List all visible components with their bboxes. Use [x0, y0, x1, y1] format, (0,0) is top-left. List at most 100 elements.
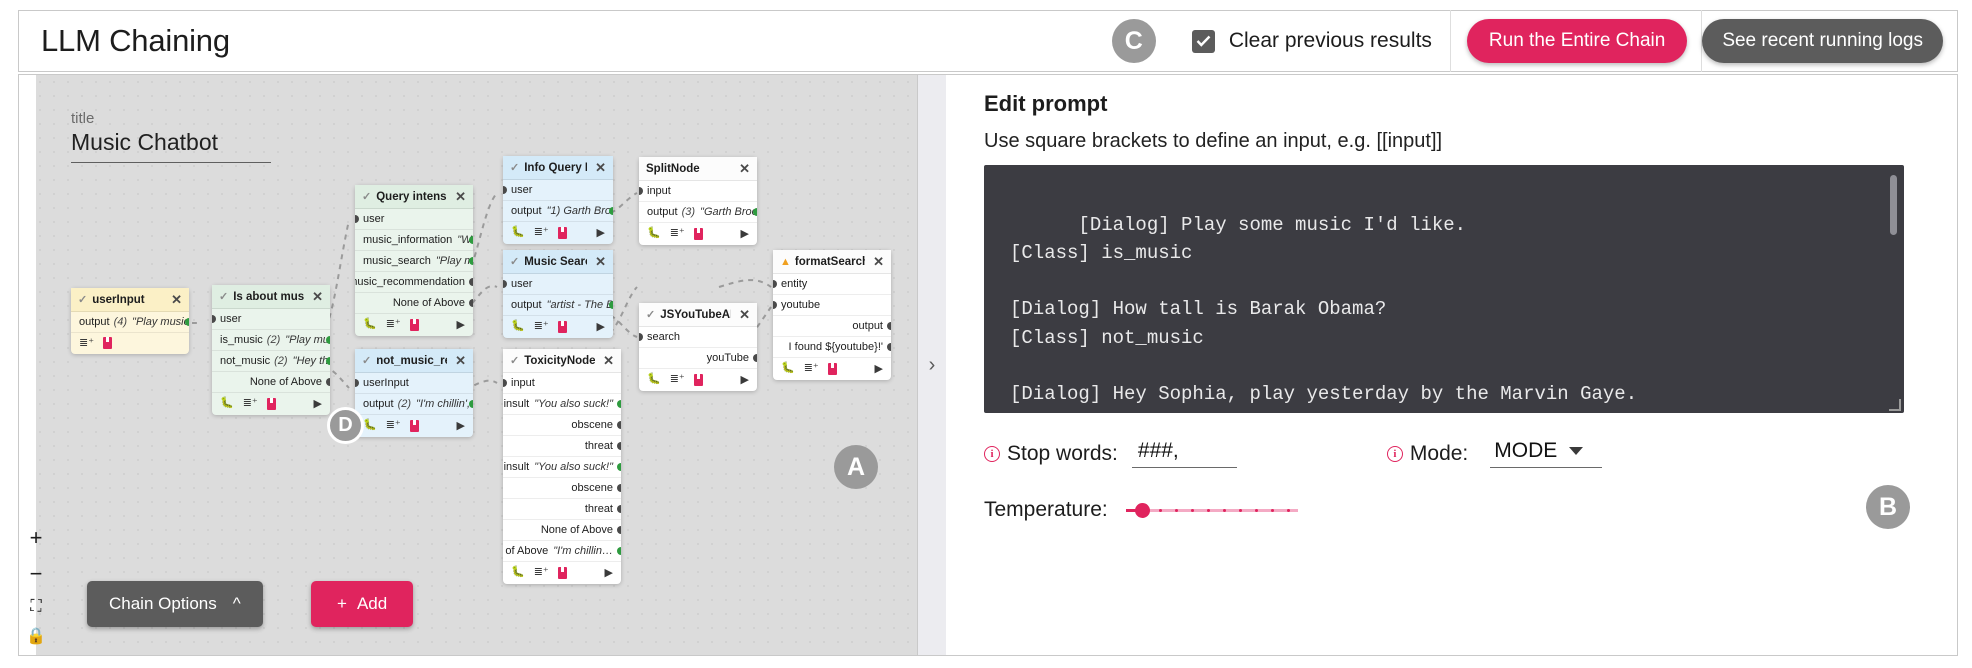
node-row[interactable]: userInput — [355, 373, 473, 394]
node-row[interactable]: threat — [503, 499, 621, 520]
output-port[interactable] — [617, 442, 621, 450]
node-jsyoutubeapicall[interactable]: ✓ JSYouTubeAPICall ✕ search youTube 🐛 ≣⁺… — [639, 303, 757, 391]
input-port[interactable] — [639, 187, 643, 195]
node-header[interactable]: ✓ Is about music ✕ — [212, 285, 330, 309]
node-userinput[interactable]: ✓ userInput ✕ output (4) "Play music by … — [71, 288, 189, 354]
output-port[interactable] — [326, 357, 330, 365]
play-icon[interactable]: ▶ — [314, 397, 322, 410]
prompt-textarea[interactable]: [Dialog] Play some music I'd like. [Clas… — [984, 165, 1904, 413]
node-row[interactable]: output (4) "Play music by ... — [71, 312, 189, 333]
list-add-icon[interactable]: ≣⁺ — [534, 321, 549, 332]
node-row[interactable]: I found ${youtube}!' — [773, 337, 891, 358]
node-query-intension[interactable]: ✓ Query intension ✕ user music_informati… — [355, 185, 473, 336]
input-port[interactable] — [503, 280, 507, 288]
book-icon[interactable] — [558, 227, 567, 239]
close-icon[interactable]: ✕ — [865, 255, 884, 268]
input-port[interactable] — [773, 301, 777, 309]
input-port[interactable] — [355, 215, 359, 223]
input-port[interactable] — [503, 186, 507, 194]
node-row[interactable]: music_information "Who ... — [355, 230, 473, 251]
node-row[interactable]: None of Above — [355, 293, 473, 314]
clear-previous-results-checkbox[interactable] — [1192, 30, 1215, 53]
play-icon[interactable]: ▶ — [741, 373, 749, 386]
node-header[interactable]: ✓ JSYouTubeAPICall ✕ — [639, 303, 757, 327]
output-port[interactable] — [753, 208, 757, 216]
list-add-icon[interactable]: ≣⁺ — [804, 363, 819, 374]
close-icon[interactable]: ✕ — [304, 290, 323, 303]
book-icon[interactable] — [410, 420, 419, 432]
stop-words-input[interactable]: ###, — [1132, 439, 1237, 468]
input-port[interactable] — [773, 280, 777, 288]
node-row[interactable]: youTube — [639, 348, 757, 369]
book-icon[interactable] — [103, 337, 112, 349]
node-row[interactable]: None of Above — [212, 372, 330, 393]
node-header[interactable]: ▲ formatSearch ✕ — [773, 250, 891, 274]
node-row[interactable]: output — [773, 316, 891, 337]
output-port[interactable] — [469, 236, 473, 244]
node-header[interactable]: ✓ Info Query Resp… ✕ — [503, 156, 613, 180]
chain-options-button[interactable]: Chain Options ^ — [87, 581, 263, 627]
info-icon[interactable]: i — [1387, 446, 1403, 462]
run-entire-chain-button[interactable]: Run the Entire Chain — [1467, 19, 1687, 63]
node-row[interactable]: obscene — [503, 478, 621, 499]
close-icon[interactable]: ✕ — [587, 255, 606, 268]
node-row[interactable]: insult "You also suck!" — [503, 394, 621, 415]
chain-title-block[interactable]: title Music Chatbot — [71, 110, 276, 163]
zoom-in-icon[interactable]: + — [24, 527, 48, 549]
play-icon[interactable]: ▶ — [597, 320, 605, 333]
info-icon[interactable]: i — [984, 446, 1000, 462]
output-port[interactable] — [326, 336, 330, 344]
list-add-icon[interactable]: ≣⁺ — [386, 319, 401, 330]
list-add-icon[interactable]: ≣⁺ — [243, 398, 258, 409]
chain-canvas-frame[interactable]: title Music Chatbot ✓ userInput ✕ output… — [18, 74, 918, 656]
node-is-about-music[interactable]: ✓ Is about music ✕ user is_music (2) "Pl… — [212, 285, 330, 415]
input-port[interactable] — [639, 333, 643, 341]
bug-icon[interactable]: 🐛 — [220, 398, 234, 409]
close-icon[interactable]: ✕ — [163, 293, 182, 306]
node-header[interactable]: ✓ not_music_respo… ✕ — [355, 349, 473, 373]
close-icon[interactable]: ✕ — [447, 354, 466, 367]
output-port[interactable] — [617, 526, 621, 534]
close-icon[interactable]: ✕ — [731, 308, 750, 321]
output-port[interactable] — [617, 484, 621, 492]
close-icon[interactable]: ✕ — [447, 190, 466, 203]
node-row[interactable]: user — [355, 209, 473, 230]
list-add-icon[interactable]: ≣⁺ — [534, 567, 549, 578]
book-icon[interactable] — [694, 228, 703, 240]
list-add-icon[interactable]: ≣⁺ — [79, 338, 94, 349]
book-icon[interactable] — [558, 321, 567, 333]
bug-icon[interactable]: 🐛 — [781, 363, 795, 374]
output-port[interactable] — [753, 354, 757, 362]
close-icon[interactable]: ✕ — [731, 162, 750, 175]
node-toxicitynode[interactable]: ✓ ToxicityNode ✕ input insult "You also … — [503, 349, 621, 584]
temperature-slider[interactable] — [1126, 502, 1298, 518]
output-port[interactable] — [469, 257, 473, 265]
play-icon[interactable]: ▶ — [457, 419, 465, 432]
output-port[interactable] — [617, 547, 621, 555]
bug-icon[interactable]: 🐛 — [511, 321, 525, 332]
node-row[interactable]: output "1) Garth Brooks\n… — [503, 201, 613, 222]
output-port[interactable] — [887, 343, 891, 351]
node-header[interactable]: ✓ Query intension ✕ — [355, 185, 473, 209]
output-port[interactable] — [185, 318, 189, 326]
output-port[interactable] — [326, 378, 330, 386]
node-row[interactable]: None of Above — [503, 520, 621, 541]
chain-title-value[interactable]: Music Chatbot — [71, 129, 276, 162]
node-row[interactable]: search — [639, 327, 757, 348]
fit-to-screen-icon[interactable]: ⛶ — [24, 599, 48, 615]
node-row[interactable]: input — [503, 373, 621, 394]
node-not-music-response[interactable]: ✓ not_music_respo… ✕ userInput output (2… — [355, 349, 473, 437]
bug-icon[interactable]: 🐛 — [363, 319, 377, 330]
node-row[interactable]: obscene — [503, 415, 621, 436]
lock-icon[interactable]: 🔒 — [24, 629, 48, 645]
node-row[interactable]: is_music (2) "Play music b... — [212, 330, 330, 351]
clear-previous-results-control[interactable]: Clear previous results — [1192, 29, 1432, 53]
play-icon[interactable]: ▶ — [597, 226, 605, 239]
input-port[interactable] — [355, 379, 359, 387]
node-info-query-response[interactable]: ✓ Info Query Resp… ✕ user output "1) Gar… — [503, 156, 613, 244]
mode-select[interactable]: MODE — [1490, 439, 1602, 468]
node-row[interactable]: entity — [773, 274, 891, 295]
input-port[interactable] — [503, 379, 507, 387]
node-splitnode[interactable]: SplitNode ✕ input output (3) "Garth Broo… — [639, 157, 757, 245]
node-header[interactable]: ✓ ToxicityNode ✕ — [503, 349, 621, 373]
